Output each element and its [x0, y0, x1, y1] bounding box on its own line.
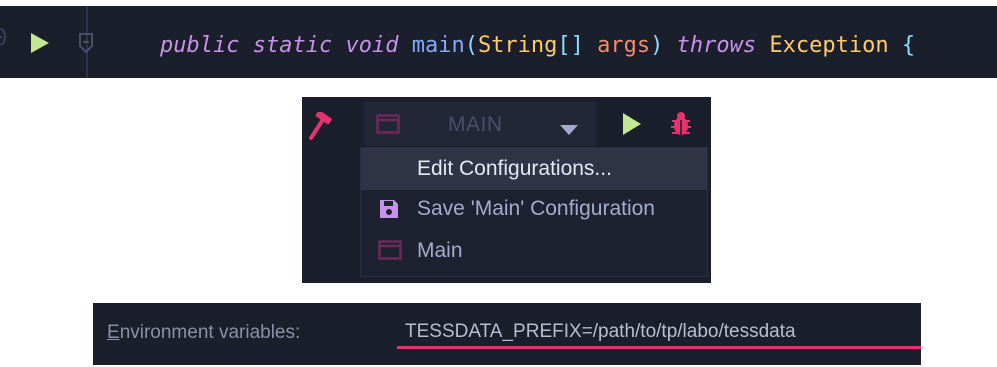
menu-item-label: Main: [417, 239, 463, 262]
run-config-menu: Edit Configurations... Save 'Main' Confi…: [360, 147, 708, 277]
param-args: args: [597, 33, 651, 58]
code-editor-line: 0 public static void main(String[] args)…: [0, 6, 997, 78]
environment-variables-row: Environment variables:: [93, 303, 921, 365]
menu-item-label: Edit Configurations...: [417, 157, 612, 180]
menu-item-main[interactable]: Main: [361, 230, 707, 272]
keyword-void: void: [345, 33, 399, 58]
config-box-icon: [378, 240, 402, 266]
environment-variables-input[interactable]: [397, 317, 921, 349]
label-mnemonic: E: [107, 322, 120, 343]
debug-bug-icon[interactable]: [670, 111, 692, 141]
environment-variables-label: Environment variables:: [107, 322, 300, 344]
method-name: main: [411, 33, 465, 58]
selected-config-label: MAIN: [448, 113, 503, 136]
chevron-down-icon: [560, 120, 578, 139]
array-brackets: []: [557, 33, 584, 58]
type-string: String: [477, 33, 558, 58]
hammer-icon[interactable]: [308, 110, 334, 144]
keyword-static: static: [252, 33, 333, 58]
type-exception: Exception: [769, 33, 889, 58]
save-icon: [378, 198, 400, 226]
paren-open: (: [464, 33, 478, 58]
play-icon[interactable]: [622, 112, 642, 140]
paren-close: ): [650, 33, 664, 58]
menu-item-save-configuration[interactable]: Save 'Main' Configuration: [361, 188, 707, 230]
fold-icon[interactable]: [77, 28, 95, 62]
keyword-throws: throws: [676, 33, 757, 58]
run-configuration-toolbar: MAIN Edit Configurations... Save 'Main' …: [302, 97, 711, 283]
menu-item-label: Save 'Main' Configuration: [417, 197, 655, 220]
run-gutter-icon[interactable]: [30, 32, 50, 58]
brace-open: {: [901, 33, 916, 58]
label-text: nvironment variables:: [119, 322, 301, 343]
config-box-icon: [376, 114, 400, 138]
menu-item-edit-configurations[interactable]: Edit Configurations...: [361, 148, 707, 190]
keyword-public: public: [160, 33, 240, 58]
run-config-select[interactable]: MAIN: [364, 102, 596, 146]
method-signature: public static void main(String[] args) t…: [160, 33, 915, 58]
line-number: 0: [0, 26, 8, 51]
